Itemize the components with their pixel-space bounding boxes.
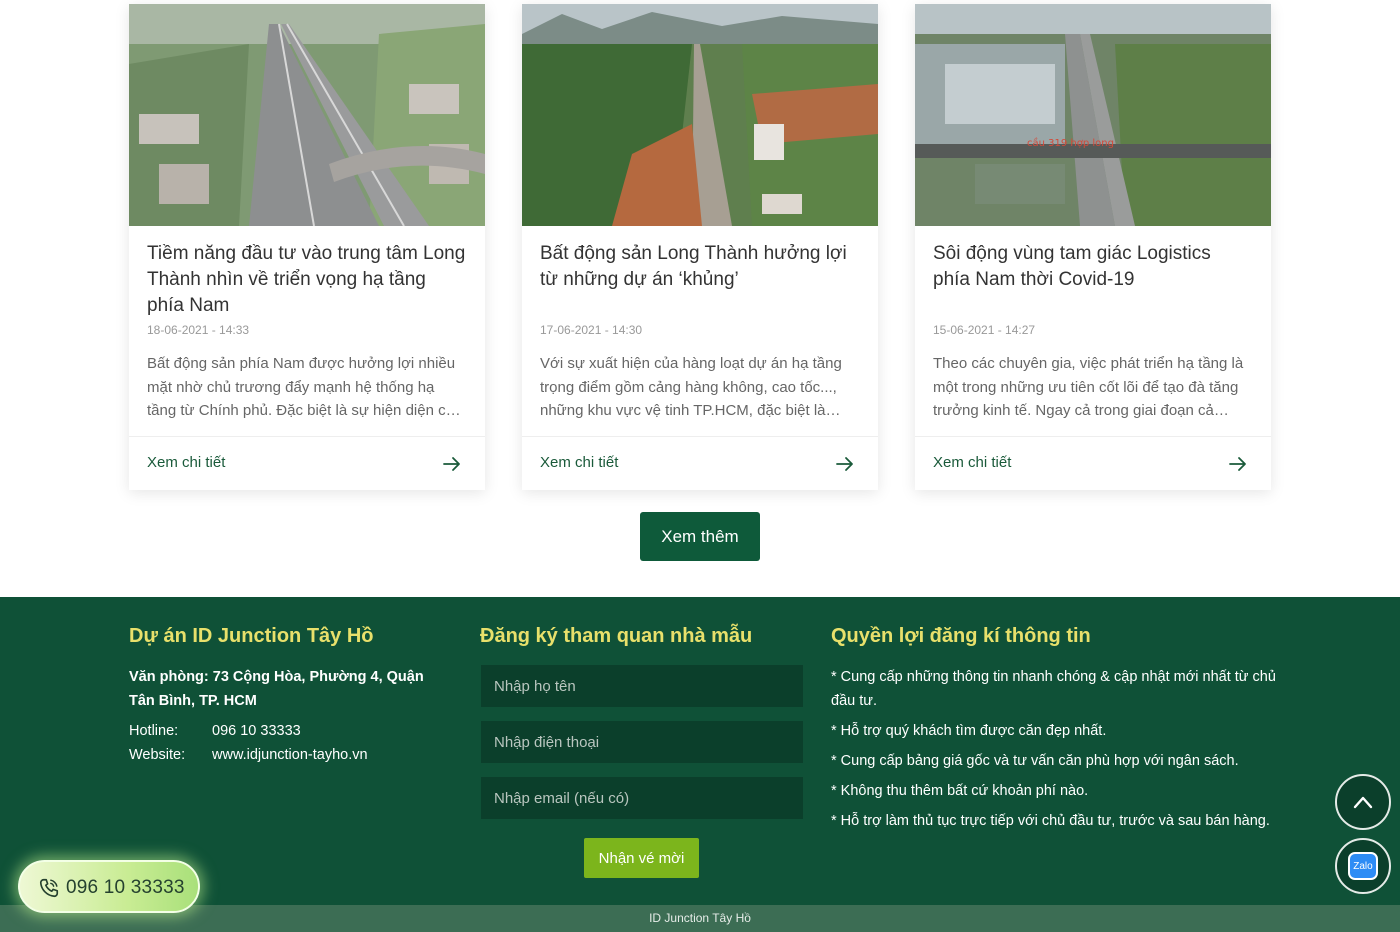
news-card[interactable]: Bất động sản Long Thành hưởng lợi từ nhữ… — [522, 4, 878, 490]
office-address: Văn phòng: 73 Cộng Hòa, Phường 4, Quận T… — [129, 669, 424, 709]
floating-hotline-button[interactable]: 096 10 33333 — [18, 860, 200, 913]
submit-invite-button[interactable]: Nhận vé mời — [584, 838, 699, 878]
phone-input[interactable] — [481, 721, 803, 763]
hotline-row: Hotline: 096 10 33333 — [129, 723, 301, 739]
website-link[interactable]: www.idjunction-tayho.vn — [212, 747, 368, 763]
scroll-to-top-button[interactable] — [1335, 774, 1391, 830]
benefit-item: * Cung cấp những thông tin nhanh chóng &… — [831, 669, 1276, 709]
benefits-list: * Cung cấp những thông tin nhanh chóng &… — [831, 665, 1276, 839]
phone-icon — [39, 878, 59, 898]
email-input[interactable] — [481, 777, 803, 819]
divider — [522, 436, 878, 437]
arrow-right-icon[interactable] — [836, 456, 854, 472]
divider — [129, 436, 485, 437]
news-title[interactable]: Sôi động vùng tam giác Logistics phía Na… — [933, 241, 1253, 293]
benefit-item: * Hỗ trợ làm thủ tục trực tiếp với chủ đ… — [831, 813, 1270, 829]
news-title[interactable]: Bất động sản Long Thành hưởng lợi từ nhữ… — [540, 241, 860, 293]
news-excerpt: Với sự xuất hiện của hàng loạt dự án hạ … — [540, 355, 842, 419]
view-detail-link[interactable]: Xem chi tiết — [540, 454, 618, 471]
view-detail-link[interactable]: Xem chi tiết — [147, 454, 225, 471]
news-date: 17-06-2021 - 14:30 — [540, 323, 643, 337]
view-detail-link[interactable]: Xem chi tiết — [933, 454, 1011, 471]
news-title[interactable]: Tiềm năng đầu tư vào trung tâm Long Thàn… — [147, 241, 467, 319]
image-caption: cầu 319 hợp long — [1027, 137, 1114, 149]
divider — [915, 436, 1271, 437]
benefit-item: * Cung cấp bảng giá gốc và tư vấn căn ph… — [831, 753, 1239, 769]
news-thumbnail-highway[interactable] — [129, 4, 485, 226]
news-excerpt: Bất động sản phía Nam được hưởng lợi nhi… — [147, 355, 463, 419]
news-date: 18-06-2021 - 14:33 — [147, 323, 250, 337]
zalo-icon: Zalo — [1348, 852, 1378, 880]
chevron-up-icon — [1353, 796, 1373, 809]
news-thumbnail-bridge[interactable]: cầu 319 hợp long — [915, 4, 1271, 226]
benefit-item: * Hỗ trợ quý khách tìm được căn đẹp nhất… — [831, 723, 1107, 739]
benefit-item: * Không thu thêm bất cứ khoản phí nào. — [831, 783, 1089, 799]
name-input[interactable] — [481, 665, 803, 707]
hotline-value[interactable]: 096 10 33333 — [212, 723, 301, 739]
news-date: 15-06-2021 - 14:27 — [933, 323, 1036, 337]
website-label: Website: — [129, 747, 186, 763]
news-card[interactable]: Tiềm năng đầu tư vào trung tâm Long Thàn… — [129, 4, 485, 490]
benefits-title: Quyền lợi đăng kí thông tin — [831, 625, 1091, 647]
arrow-right-icon[interactable] — [1229, 456, 1247, 472]
project-title: Dự án ID Junction Tây Hồ — [129, 625, 374, 647]
website-row: Website: www.idjunction-tayho.vn — [129, 747, 368, 763]
news-card[interactable]: cầu 319 hợp long Sôi động vùng tam giác … — [915, 4, 1271, 490]
register-title: Đăng ký tham quan nhà mẫu — [480, 625, 753, 647]
arrow-right-icon[interactable] — [443, 456, 461, 472]
footer: Dự án ID Junction Tây Hồ Văn phòng: 73 C… — [0, 597, 1400, 905]
zalo-chat-button[interactable]: Zalo — [1335, 838, 1391, 894]
hotline-label: Hotline: — [129, 723, 179, 739]
news-excerpt: Theo các chuyên gia, việc phát triển hạ … — [933, 355, 1244, 419]
floating-hotline-number: 096 10 33333 — [66, 877, 185, 898]
news-thumbnail-road[interactable] — [522, 4, 878, 226]
news-card-list: Tiềm năng đầu tư vào trung tâm Long Thàn… — [129, 4, 1271, 490]
copyright-bar: ID Junction Tây Hồ — [0, 905, 1400, 932]
load-more-button[interactable]: Xem thêm — [640, 512, 760, 561]
